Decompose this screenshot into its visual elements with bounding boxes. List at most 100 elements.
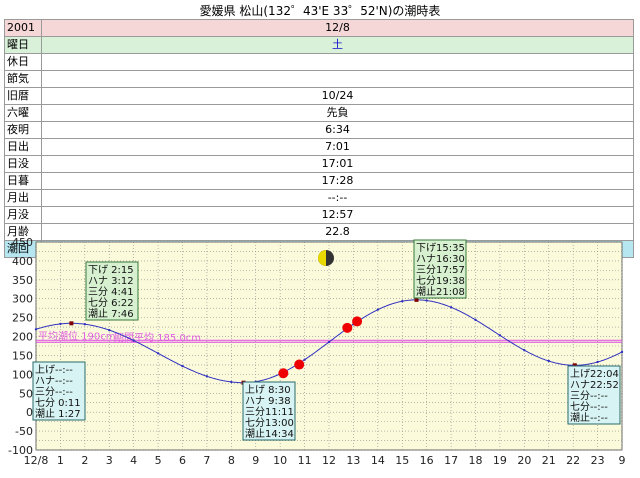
x-tick-label: 22: [566, 454, 580, 467]
curve-dot: [523, 349, 526, 352]
x-tick-label: 7: [203, 454, 210, 467]
red-marker: [294, 359, 305, 370]
curve-dot: [376, 308, 380, 311]
event-box-line: 三分 4:41: [88, 286, 134, 298]
event-box-line: 上げ--:--: [35, 364, 73, 376]
x-tick-label: 8: [228, 454, 235, 467]
y-tick-label: 50: [19, 387, 33, 400]
info-row-label: 休日: [4, 53, 42, 71]
x-tick-label: 13: [346, 454, 360, 467]
info-row: 六曜 先負: [4, 104, 634, 122]
event-box: 下げ15:35ハナ16:30三分17:57七分19:38潮止21:08: [413, 239, 467, 299]
info-row-label: 旧暦: [4, 87, 42, 105]
curve-dot: [132, 339, 135, 342]
event-box-line: ハナ22:52: [570, 379, 619, 391]
y-tick-label: 100: [12, 368, 33, 381]
curve-dot: [620, 350, 624, 354]
y-tick-label: 400: [12, 255, 33, 268]
event-box-line: 七分--:--: [570, 401, 608, 413]
event-box-line: 七分13:00: [245, 417, 294, 429]
x-tick-label: 4: [130, 454, 137, 467]
event-box-line: ハナ 3:12: [88, 275, 134, 287]
event-box-line: 下げ 2:15: [88, 264, 134, 276]
curve-dot: [205, 375, 209, 378]
info-row-label: 日没: [4, 155, 42, 173]
info-row: 休日: [4, 53, 634, 71]
info-row: 節気: [4, 70, 634, 88]
event-box-line: 潮止21:08: [416, 285, 465, 298]
info-row-label: 月没: [4, 206, 42, 224]
y-tick-label: 300: [12, 293, 33, 306]
curve-dot: [498, 334, 502, 337]
info-row-value: --:--: [41, 189, 634, 207]
red-marker: [278, 368, 289, 379]
y-tick-label: 250: [12, 312, 33, 325]
info-row-label: 2001: [4, 19, 42, 37]
x-tick-label: 21: [542, 454, 556, 467]
red-marker: [352, 316, 363, 327]
event-box: 上げ 8:30ハナ 9:38三分11:11七分13:00潮止14:34: [242, 381, 296, 441]
info-row: 日出 7:01: [4, 138, 634, 156]
x-tick-label: 18: [469, 454, 483, 467]
info-row: 2001 12/8: [4, 19, 634, 37]
y-tick-label: 350: [12, 274, 33, 287]
y-tick-label: 200: [12, 331, 33, 344]
info-row-value: 土: [41, 36, 634, 54]
event-box-line: 七分 0:11: [35, 397, 81, 409]
x-tick-label: 10: [273, 454, 287, 467]
x-tick-label: 16: [420, 454, 434, 467]
curve-dot: [230, 380, 233, 384]
event-box-line: 潮止--:--: [570, 411, 608, 424]
red-marker: [342, 322, 353, 333]
curve-dot: [401, 300, 404, 303]
info-row-label: 節気: [4, 70, 42, 88]
curve-dot: [425, 299, 428, 302]
x-tick-label: 14: [371, 454, 385, 467]
x-tick-label: 19: [493, 454, 507, 467]
curve-dot: [327, 340, 331, 344]
x-tick-label: 20: [517, 454, 531, 467]
event-box-line: 潮止14:34: [245, 427, 294, 440]
info-row-value: 先負: [41, 104, 634, 122]
x-tick-label: 12/8: [24, 454, 49, 467]
info-row-label: 月出: [4, 189, 42, 207]
y-tick-label: 150: [12, 349, 33, 362]
event-box-line: 下げ15:35: [416, 242, 465, 254]
x-tick-label: 3: [106, 454, 113, 467]
tide-extreme-marker: [69, 321, 74, 326]
info-row: 曜日土: [4, 36, 634, 54]
x-tick-label: 1: [57, 454, 64, 467]
event-box-line: 潮止 1:27: [35, 407, 81, 420]
info-row-label: 六曜: [4, 104, 42, 122]
info-row: 月出 --:--: [4, 189, 634, 207]
info-row-value: 12/8: [41, 19, 634, 37]
info-row-value: 17:28: [41, 172, 634, 190]
x-tick-label: 2: [81, 454, 88, 467]
y-tick-label: 0: [26, 406, 33, 419]
event-box: 下げ 2:15ハナ 3:12三分 4:41七分 6:22潮止 7:46: [85, 261, 139, 321]
info-row-value: [41, 70, 634, 88]
y-tick-label: -50: [15, 425, 33, 438]
info-row-label: 日出: [4, 138, 42, 156]
x-tick-label: 12: [322, 454, 336, 467]
average-line-label: 平均潮位 190cm: [38, 329, 116, 342]
event-box-line: 三分--:--: [35, 386, 73, 398]
event-box-line: 三分11:11: [245, 406, 294, 418]
info-row-value: 17:01: [41, 155, 634, 173]
x-tick-label: 11: [298, 454, 312, 467]
info-row-value: [41, 53, 634, 71]
tide-chart: -100-5005010015020025030035040045012/8 1 2…: [8, 236, 625, 467]
curve-dot: [449, 306, 453, 309]
info-row-label: 日暮: [4, 172, 42, 190]
curve-dot: [303, 358, 306, 361]
event-box: 上げ--:--ハナ--:--三分--:--七分 0:11潮止 1:27: [32, 361, 86, 421]
event-box-line: 潮止 7:46: [88, 307, 134, 320]
info-row: 夜明 6:34: [4, 121, 634, 139]
info-row-value: 7:01: [41, 138, 634, 156]
event-box: 上げ22:04ハナ22:52三分--:--七分--:--潮止--:--: [567, 365, 621, 425]
x-tick-label: 17: [444, 454, 458, 467]
info-row: 日暮 17:28: [4, 172, 634, 190]
event-box-line: 七分19:38: [416, 275, 465, 287]
info-row-value: 10/24: [41, 87, 634, 105]
info-row-value: 12:57: [41, 206, 634, 224]
